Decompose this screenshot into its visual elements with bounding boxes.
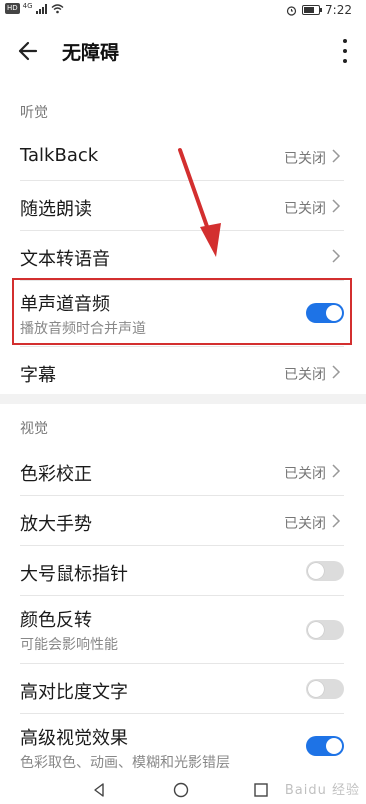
setting-captions[interactable]: 字幕 已关闭 xyxy=(0,347,366,395)
advanced-visual-effects-toggle[interactable] xyxy=(306,736,344,756)
hd-indicator: HD xyxy=(5,3,20,14)
high-contrast-text-toggle[interactable] xyxy=(306,679,344,699)
status-bar: HD 4G 7:22 xyxy=(0,0,366,20)
signal-icon xyxy=(35,3,47,14)
setting-advanced-visual-effects[interactable]: 高级视觉效果 色彩取色、动画、模糊和光影错层 xyxy=(0,714,366,774)
setting-label: TalkBack xyxy=(20,145,99,166)
battery-icon xyxy=(302,5,323,15)
setting-value: 已关闭 xyxy=(284,201,326,217)
setting-label: 色彩校正 xyxy=(20,464,92,485)
chevron-right-icon xyxy=(332,199,341,213)
color-inversion-toggle[interactable] xyxy=(306,620,344,640)
chevron-right-icon xyxy=(332,249,341,263)
title-bar: 无障碍 xyxy=(0,22,366,78)
nav-home-icon[interactable] xyxy=(172,781,190,799)
setting-value: 已关闭 xyxy=(284,516,326,532)
setting-label: 颜色反转 xyxy=(20,610,92,631)
setting-value: 已关闭 xyxy=(284,466,326,482)
nav-back-icon[interactable] xyxy=(90,781,108,799)
page-title: 无障碍 xyxy=(62,42,120,64)
setting-label: 高级视觉效果 xyxy=(20,728,128,749)
setting-label: 大号鼠标指针 xyxy=(20,564,128,585)
setting-large-pointer[interactable]: 大号鼠标指针 xyxy=(0,546,366,596)
chevron-right-icon xyxy=(332,149,341,163)
setting-label: 字幕 xyxy=(20,365,56,386)
navigation-bar: Baidu 经验 xyxy=(0,774,366,804)
setting-label: 放大手势 xyxy=(20,514,92,535)
clock: 7:22 xyxy=(325,3,352,17)
setting-color-inversion[interactable]: 颜色反转 可能会影响性能 xyxy=(0,596,366,664)
annotation-highlight-box xyxy=(12,278,352,345)
setting-subtitle: 可能会影响性能 xyxy=(20,637,118,653)
setting-value: 已关闭 xyxy=(284,151,326,167)
chevron-right-icon xyxy=(332,464,341,478)
setting-magnification-gestures[interactable]: 放大手势 已关闭 xyxy=(0,496,366,546)
setting-label: 高对比度文字 xyxy=(20,682,128,703)
setting-high-contrast-text[interactable]: 高对比度文字 xyxy=(0,664,366,714)
setting-color-correction[interactable]: 色彩校正 已关闭 xyxy=(0,446,366,496)
setting-label: 文本转语音 xyxy=(20,249,110,270)
section-title-vision: 视觉 xyxy=(20,421,48,437)
setting-label: 随选朗读 xyxy=(20,199,92,220)
chevron-right-icon xyxy=(332,514,341,528)
watermark: Baidu 经验 xyxy=(284,783,360,798)
section-gap xyxy=(0,394,366,404)
chevron-right-icon xyxy=(332,365,341,379)
more-vertical-icon[interactable] xyxy=(342,39,348,63)
section-title-hearing: 听觉 xyxy=(20,105,48,121)
back-arrow-icon[interactable] xyxy=(14,36,44,66)
wifi-icon xyxy=(51,3,64,13)
annotation-arrow-icon xyxy=(178,148,221,257)
large-pointer-toggle[interactable] xyxy=(306,561,344,581)
nav-recent-icon[interactable] xyxy=(252,781,270,799)
alarm-icon xyxy=(286,5,297,16)
setting-subtitle: 色彩取色、动画、模糊和光影错层 xyxy=(20,755,230,771)
network-type: 4G xyxy=(22,1,33,10)
setting-value: 已关闭 xyxy=(284,367,326,383)
